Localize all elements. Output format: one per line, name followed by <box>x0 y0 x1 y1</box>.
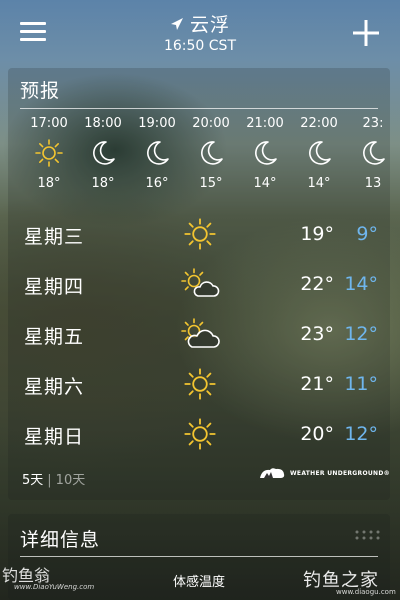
hour-temp: 18° <box>91 176 115 191</box>
forecast-range-tabs: 5天 | 10天 <box>22 469 85 488</box>
moon-icon <box>363 141 385 165</box>
daily-row[interactable]: 星期日 20° 12° <box>8 410 390 460</box>
hour-temp: 14° <box>253 176 277 191</box>
details-divider <box>20 556 378 557</box>
partly-cloudy-icon <box>181 318 220 348</box>
weather-provider-name: WEATHER UNDERGROUND® <box>290 469 390 477</box>
daily-row[interactable]: 星期五 23° 12° <box>8 310 390 360</box>
day-low-temp: 12° <box>344 323 378 345</box>
day-low-temp: 9° <box>356 223 378 245</box>
day-high-temp: 23° <box>300 323 334 345</box>
day-name: 星期五 <box>24 326 85 348</box>
hour-temp: 13 <box>364 176 382 191</box>
location-header: 云浮 16:50 CST <box>0 10 400 54</box>
day-name: 星期日 <box>24 426 85 448</box>
moon-icon <box>93 141 115 165</box>
weather-underground-icon <box>260 468 285 478</box>
plus-icon[interactable] <box>352 19 380 47</box>
sun-icon <box>35 139 63 167</box>
tab-10-days[interactable]: 10天 <box>56 473 86 488</box>
hour-time: 22:00 <box>300 116 338 131</box>
daily-row[interactable]: 星期三 19° 9° <box>8 210 390 260</box>
watermark-right-url: www.diaogu.com <box>336 588 396 596</box>
hour-temp: 18° <box>37 176 61 191</box>
details-title: 详细信息 <box>20 529 101 551</box>
day-low-temp: 12° <box>344 423 378 445</box>
partly-cloudy-icon <box>181 268 220 297</box>
sun-icon <box>184 218 216 250</box>
moon-icon <box>255 141 277 165</box>
hour-temp: 15° <box>199 176 223 191</box>
forecast-title: 预报 <box>20 80 61 102</box>
moon-icon <box>147 141 169 165</box>
grip-dots-icon <box>355 530 380 540</box>
day-name: 星期六 <box>24 376 85 398</box>
hour-time: 19:00 <box>138 116 176 131</box>
hour-temp: 16° <box>145 176 169 191</box>
day-high-temp: 19° <box>300 223 334 245</box>
watermark-left-url: www.DiaoYuWeng.com <box>14 583 95 591</box>
hourly-item: 19:00 16° <box>134 116 180 191</box>
top-bar: 云浮 16:50 CST <box>0 0 400 68</box>
hour-time: 20:00 <box>192 116 230 131</box>
hourly-item: 23: 13 <box>350 116 390 191</box>
tab-separator: | <box>47 473 52 488</box>
hour-time: 18:00 <box>84 116 122 131</box>
moon-icon <box>309 141 331 165</box>
city-name[interactable]: 云浮 <box>190 10 230 37</box>
hourly-item: 20:00 15° <box>188 116 234 191</box>
day-name: 星期三 <box>24 226 85 248</box>
local-time: 16:50 CST <box>163 38 236 54</box>
daily-row[interactable]: 星期四 22° 14° <box>8 260 390 310</box>
hourly-item: 22:00 14° <box>296 116 342 191</box>
hour-temp: 14° <box>307 176 331 191</box>
forecast-card: 预报 17:00 18° 18:00 18° 19:00 16° 20:00 1… <box>8 68 390 500</box>
hour-time: 23: <box>362 116 384 131</box>
forecast-divider <box>20 108 378 109</box>
daily-row[interactable]: 星期六 21° 11° <box>8 360 390 410</box>
hour-time: 21:00 <box>246 116 284 131</box>
sun-icon <box>184 418 216 450</box>
moon-icon <box>201 141 223 165</box>
day-name: 星期四 <box>24 276 85 298</box>
day-high-temp: 20° <box>300 423 334 445</box>
hourly-forecast-strip[interactable]: 17:00 18° 18:00 18° 19:00 16° 20:00 15° … <box>20 116 390 206</box>
hour-time: 17:00 <box>30 116 68 131</box>
day-low-temp: 11° <box>344 373 378 395</box>
day-low-temp: 14° <box>344 273 378 295</box>
weather-underground-logo[interactable]: WEATHER UNDERGROUND® <box>258 466 390 480</box>
location-arrow-icon <box>170 17 183 30</box>
hourly-item: 17:00 18° <box>26 116 72 191</box>
hourly-item: 18:00 18° <box>80 116 126 191</box>
day-high-temp: 22° <box>300 273 334 295</box>
hourly-item: 21:00 14° <box>242 116 288 191</box>
day-high-temp: 21° <box>300 373 334 395</box>
tab-5-days[interactable]: 5天 <box>22 473 43 488</box>
sun-icon <box>184 368 216 400</box>
